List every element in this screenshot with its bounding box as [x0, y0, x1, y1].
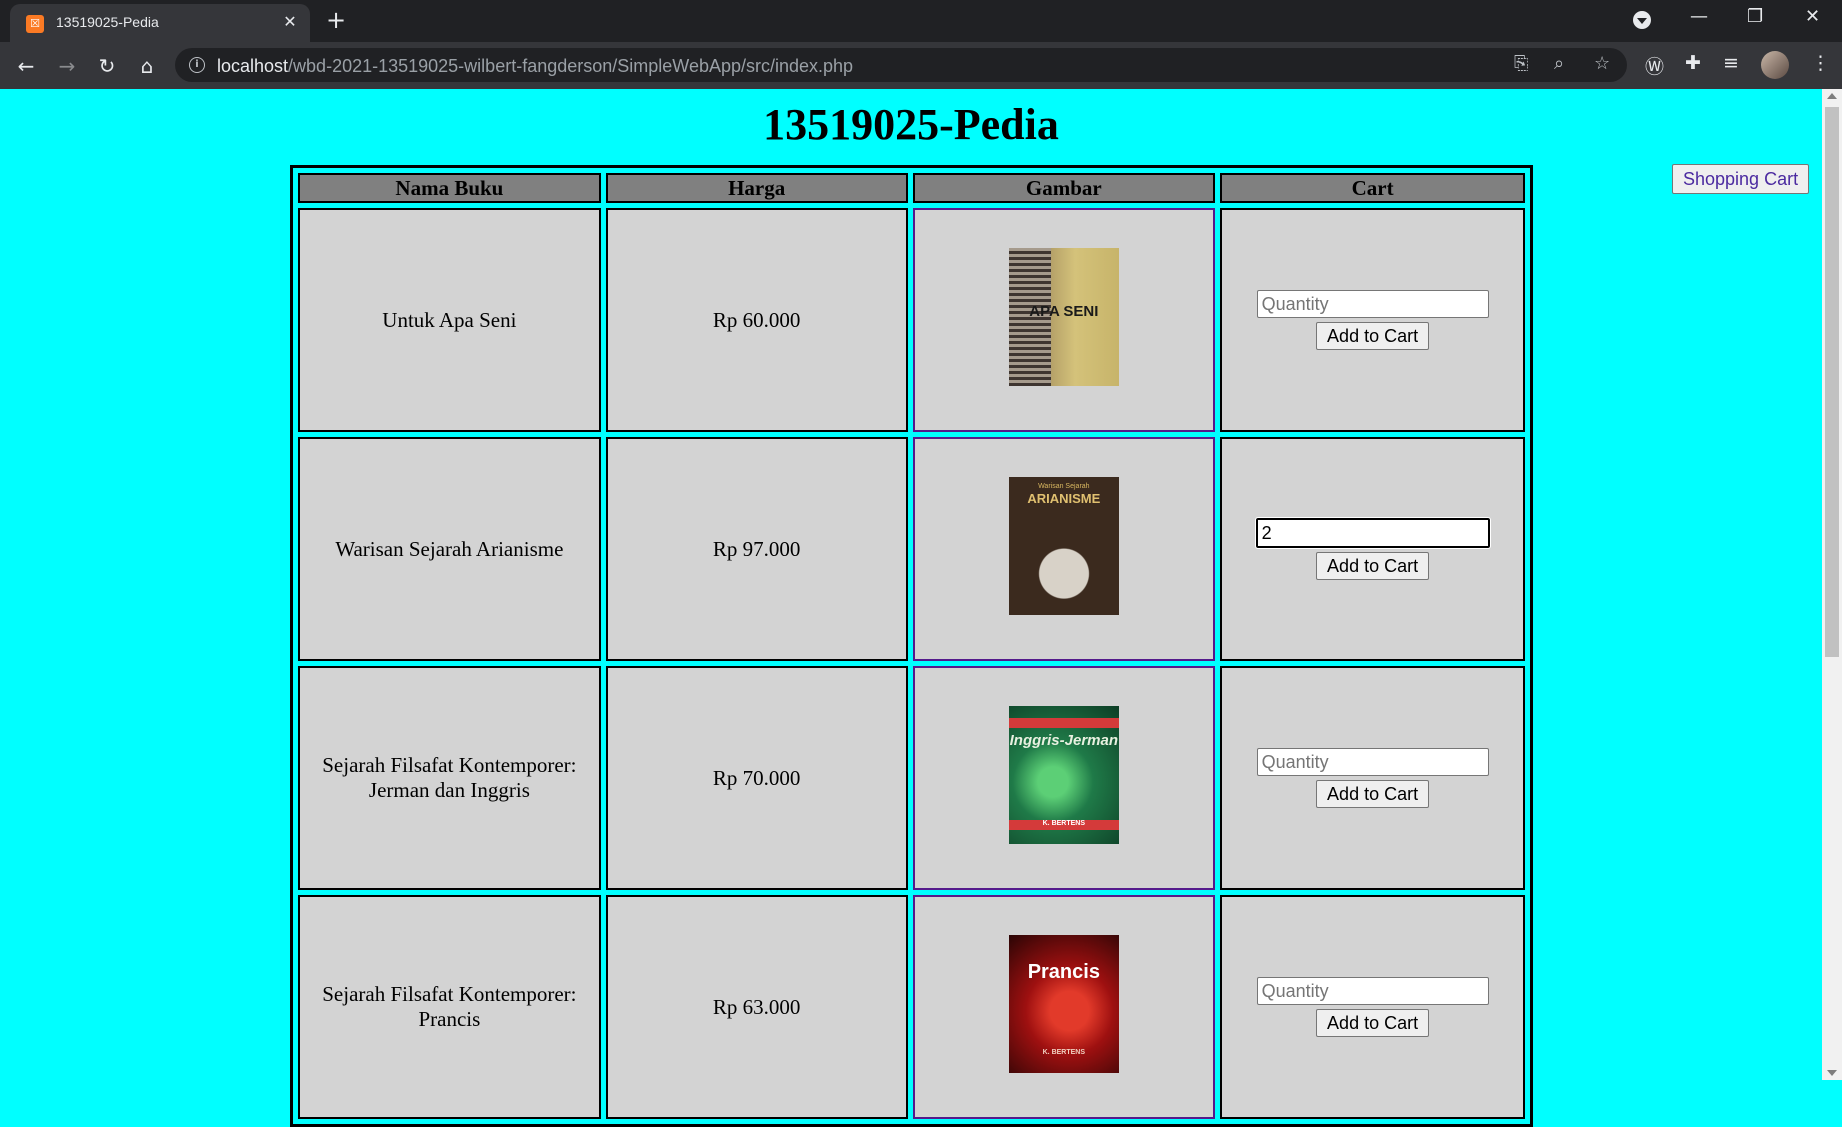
- browser-toolbar: ← → ↻ ⌂ i localhost/wbd-2021-13519025-wi…: [0, 42, 1842, 89]
- books-table: Nama Buku Harga Gambar Cart Untuk Apa Se…: [290, 165, 1533, 1127]
- translate-icon[interactable]: ⎘: [1514, 53, 1528, 74]
- book-name: Warisan Sejarah Arianisme: [298, 437, 601, 661]
- table-header-row: Nama Buku Harga Gambar Cart: [298, 173, 1525, 203]
- book-cover-image: Prancis K. BERTENS: [1008, 935, 1119, 1073]
- table-row: Sejarah Filsafat Kontemporer: Prancis Rp…: [298, 895, 1525, 1119]
- quantity-input[interactable]: [1256, 290, 1489, 318]
- forward-icon[interactable]: →: [53, 52, 81, 80]
- book-price: Rp 97.000: [605, 437, 908, 661]
- page-title: 13519025-Pedia: [763, 100, 1059, 149]
- header-gambar: Gambar: [912, 173, 1216, 203]
- quantity-input[interactable]: [1254, 517, 1491, 549]
- url-text[interactable]: localhost/wbd-2021-13519025-wilbert-fang…: [217, 56, 853, 77]
- book-name: Sejarah Filsafat Kontemporer: Prancis: [298, 895, 601, 1119]
- home-icon[interactable]: ⌂: [133, 52, 161, 80]
- tab-bar: ☒ 13519025-Pedia ✕ + — ❐ ✕: [0, 0, 1842, 42]
- reload-icon[interactable]: ↻: [93, 52, 121, 80]
- address-bar[interactable]: i localhost/wbd-2021-13519025-wilbert-fa…: [175, 48, 1627, 82]
- menu-kebab-icon[interactable]: ⋮: [1811, 52, 1830, 74]
- tab-search-icon[interactable]: [1633, 11, 1651, 29]
- extensions-puzzle-icon[interactable]: ✚: [1685, 52, 1701, 74]
- shopping-cart-button[interactable]: Shopping Cart: [1672, 164, 1810, 194]
- scroll-down-icon[interactable]: [1827, 1070, 1837, 1076]
- book-cover-image: Warisan Sejarah ARIANISME: [1008, 477, 1119, 615]
- header-nama-buku: Nama Buku: [298, 173, 601, 203]
- page-content: 13519025-Pedia Shopping Cart Nama Buku H…: [0, 89, 1842, 1127]
- site-info-icon[interactable]: i: [189, 57, 205, 73]
- add-to-cart-button[interactable]: Add to Cart: [1316, 322, 1430, 350]
- add-to-cart-button[interactable]: Add to Cart: [1316, 552, 1430, 580]
- header-cart: Cart: [1220, 173, 1525, 203]
- table-row: Warisan Sejarah Arianisme Rp 97.000 Wari…: [298, 437, 1525, 661]
- tab-title: 13519025-Pedia: [56, 14, 159, 30]
- book-price: Rp 70.000: [605, 666, 908, 890]
- back-icon[interactable]: ←: [12, 52, 40, 80]
- close-window-icon[interactable]: ✕: [1805, 6, 1820, 27]
- header-harga: Harga: [605, 173, 908, 203]
- scroll-up-icon[interactable]: [1827, 93, 1837, 99]
- table-row: Untuk Apa Seni Rp 60.000 APA SENI Add to…: [298, 208, 1525, 432]
- quantity-input[interactable]: [1256, 977, 1489, 1005]
- book-name: Sejarah Filsafat Kontemporer: Jerman dan…: [298, 666, 601, 890]
- table-row: Sejarah Filsafat Kontemporer: Jerman dan…: [298, 666, 1525, 890]
- add-to-cart-button[interactable]: Add to Cart: [1316, 1009, 1430, 1037]
- restore-icon[interactable]: ❐: [1747, 6, 1763, 27]
- vertical-scrollbar[interactable]: [1822, 89, 1842, 1080]
- book-cover-image: APA SENI: [1008, 248, 1119, 386]
- extension-w-icon[interactable]: Ⓦ: [1645, 52, 1664, 79]
- bookmark-star-icon[interactable]: ☆: [1594, 53, 1610, 74]
- new-tab-icon[interactable]: +: [326, 6, 346, 34]
- close-tab-icon[interactable]: ✕: [280, 12, 300, 31]
- book-price: Rp 60.000: [605, 208, 908, 432]
- add-to-cart-button[interactable]: Add to Cart: [1316, 780, 1430, 808]
- book-price: Rp 63.000: [605, 895, 908, 1119]
- minimize-icon[interactable]: —: [1690, 6, 1708, 27]
- browser-chrome: ☒ 13519025-Pedia ✕ + — ❐ ✕ ← → ↻ ⌂ i loc…: [0, 0, 1842, 89]
- zoom-icon[interactable]: ⌕: [1554, 53, 1564, 74]
- quantity-input[interactable]: [1256, 748, 1489, 776]
- book-name: Untuk Apa Seni: [298, 208, 601, 432]
- media-control-icon[interactable]: ≡: [1723, 52, 1739, 74]
- xampp-favicon-icon: ☒: [26, 15, 44, 33]
- book-cover-image: Inggris-Jerman K. BERTENS: [1008, 706, 1119, 844]
- profile-avatar[interactable]: [1761, 51, 1789, 79]
- browser-tab[interactable]: ☒ 13519025-Pedia ✕: [10, 4, 310, 42]
- scroll-thumb[interactable]: [1825, 107, 1839, 657]
